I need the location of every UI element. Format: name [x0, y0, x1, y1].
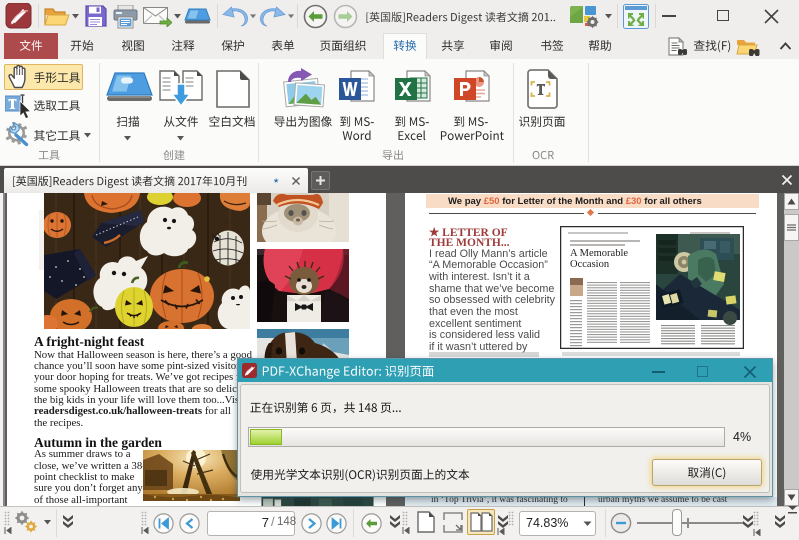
svg-text:A Memorable: A Memorable — [570, 248, 628, 259]
svg-text:Occasion: Occasion — [570, 259, 610, 270]
